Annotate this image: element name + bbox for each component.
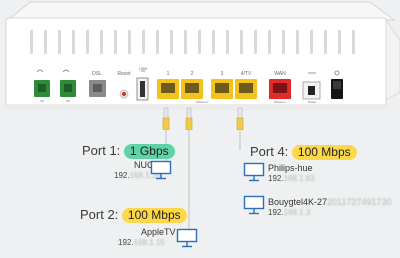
monitor-icon bbox=[176, 228, 198, 248]
port-1-speed-badge: 1 Gbps bbox=[123, 144, 175, 159]
device-philips-hue-ip: 192.168.1.63 bbox=[268, 174, 315, 183]
device-bouygtel4k-name: Bouygtel4K-272011727491730 bbox=[268, 197, 392, 207]
port-2-speed-badge: 100 Mbps bbox=[121, 208, 187, 223]
port-2-heading: Port 2: 100 Mbps bbox=[80, 207, 187, 223]
device-bouygtel4k-ip: 192.168.1.3 bbox=[268, 208, 311, 217]
port-1-heading: Port 1: 1 Gbps bbox=[82, 143, 175, 159]
monitor-icon bbox=[243, 195, 265, 215]
port-4-heading: Port 4: 100 Mbps bbox=[250, 144, 357, 160]
device-philips-hue-name: Philips-hue bbox=[268, 163, 313, 173]
connection-lines bbox=[165, 130, 241, 232]
port-4-title: Port 4: bbox=[250, 144, 289, 159]
port-1-title: Port 1: bbox=[82, 143, 121, 158]
device-appletv-name: AppleTV bbox=[141, 227, 176, 237]
monitor-icon bbox=[150, 160, 172, 180]
port-2-title: Port 2: bbox=[80, 207, 119, 222]
network-diagram: Tel Tel DSL Reset USB 1 2 Ethernet 3 4/T… bbox=[0, 0, 400, 258]
monitor-icon bbox=[243, 162, 265, 182]
device-appletv-ip: 192.168.1.15 bbox=[118, 238, 165, 247]
port-4-speed-badge: 100 Mbps bbox=[291, 145, 357, 160]
